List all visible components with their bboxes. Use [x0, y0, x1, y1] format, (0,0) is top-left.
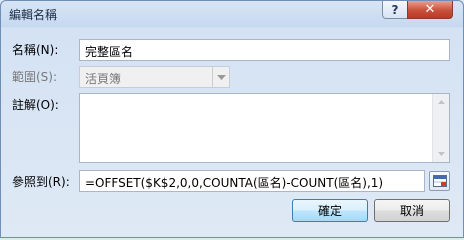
arrow-up-icon — [437, 100, 445, 104]
scroll-down-button[interactable] — [433, 146, 449, 162]
cancel-button[interactable]: 取消 — [374, 199, 450, 222]
refers-to-label: 參照到(R): — [12, 175, 70, 189]
scope-value: 活頁簿 — [85, 72, 122, 86]
comment-label: 註解(O): — [12, 98, 59, 112]
comment-scrollbar[interactable] — [432, 94, 449, 162]
refers-to-input[interactable]: =OFFSET($K$2,0,0,COUNTA(區名)-COUNT(區名),1) — [79, 170, 425, 192]
edit-name-dialog: 編輯名稱 ? ✕ 名稱(N): 完整區名 範圍(S): 活頁簿 註解(O): 參… — [0, 0, 464, 238]
scope-dropdown-button[interactable] — [212, 67, 229, 87]
chevron-down-icon — [216, 74, 226, 80]
arrow-down-icon — [437, 152, 445, 156]
ok-button[interactable]: 確定 — [292, 199, 368, 222]
scope-label: 範圍(S): — [12, 70, 58, 84]
name-value: 完整區名 — [85, 45, 134, 59]
dialog-title: 編輯名稱 — [9, 8, 58, 22]
name-label: 名稱(N): — [12, 43, 59, 57]
collapse-dialog-button[interactable] — [429, 171, 450, 191]
scroll-up-button[interactable] — [433, 94, 449, 110]
help-button[interactable]: ? — [382, 1, 408, 19]
title-bar[interactable]: 編輯名稱 ? ✕ — [1, 1, 463, 27]
comment-textarea[interactable] — [79, 93, 450, 163]
scope-dropdown[interactable]: 活頁簿 — [79, 66, 230, 88]
range-select-icon — [432, 175, 447, 187]
refers-to-value: =OFFSET($K$2,0,0,COUNTA(區名)-COUNT(區名),1) — [85, 176, 384, 190]
close-button[interactable]: ✕ — [407, 1, 453, 19]
name-input[interactable]: 完整區名 — [79, 39, 450, 61]
